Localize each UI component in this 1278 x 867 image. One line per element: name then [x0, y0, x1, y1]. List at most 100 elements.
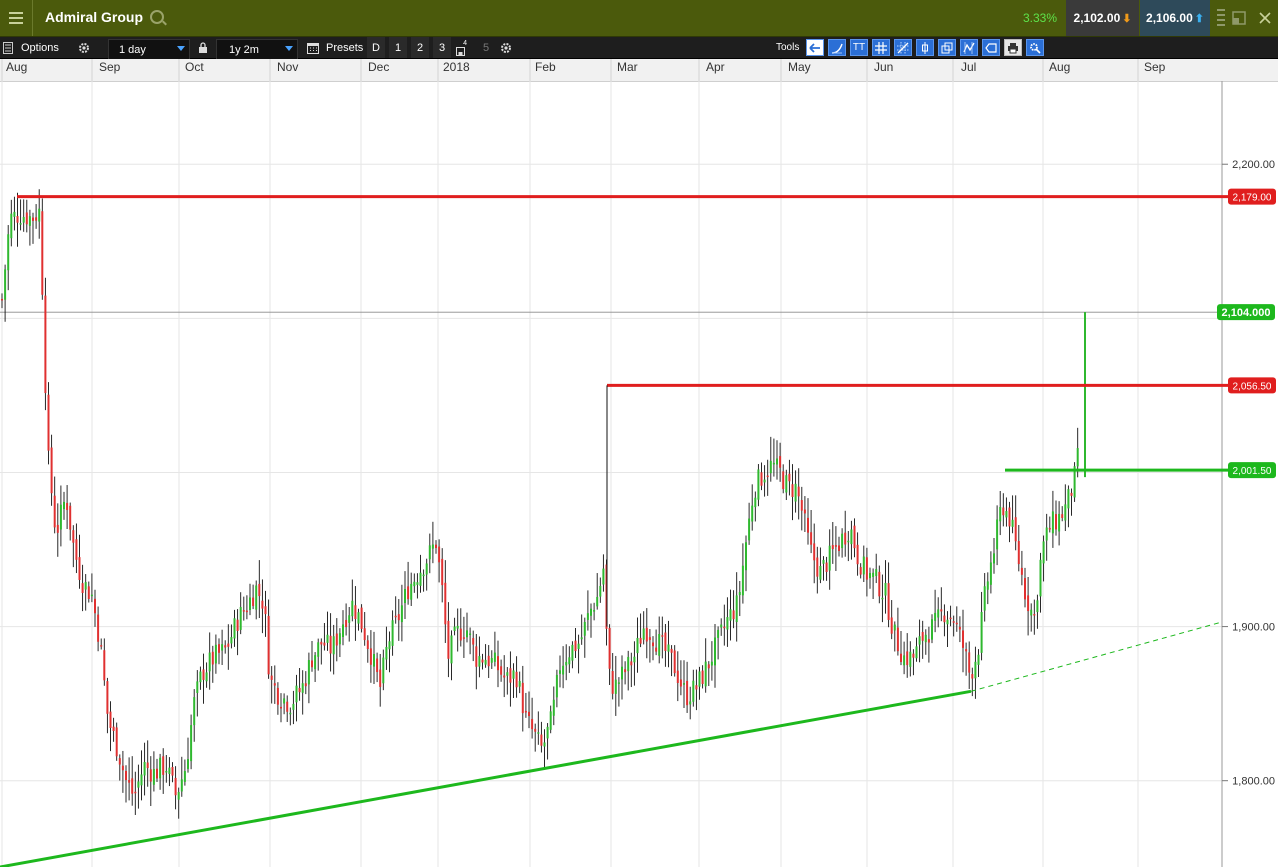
- fibonacci-tool-icon[interactable]: [894, 39, 912, 56]
- curve-tool-icon[interactable]: [828, 39, 846, 56]
- ohlc-body: [667, 644, 670, 652]
- calendar-icon[interactable]: [307, 37, 319, 58]
- ohlc-bar: [900, 630, 902, 666]
- date-axis-label: Dec: [368, 60, 389, 74]
- ohlc-bar: [41, 198, 44, 300]
- interval-select[interactable]: 1 day: [108, 39, 190, 60]
- ohlc-bar: [856, 532, 859, 576]
- ohlc-bar: [335, 618, 338, 662]
- ohlc-body: [661, 635, 664, 637]
- ohlc-body: [583, 622, 586, 636]
- ohlc-bar: [292, 690, 295, 725]
- search-icon[interactable]: [150, 10, 164, 24]
- ohlc-bar: [714, 623, 716, 688]
- preset-1-button[interactable]: 1: [389, 37, 407, 58]
- ohlc-body: [692, 680, 695, 702]
- ohlc-bar: [512, 663, 515, 699]
- ohlc-bar: [404, 571, 406, 619]
- range-value: 1y 2m: [229, 43, 259, 56]
- ohlc-body: [382, 657, 385, 684]
- grid-tool-icon[interactable]: [872, 39, 890, 56]
- ohlc-body: [590, 608, 592, 616]
- ohlc-body: [369, 648, 372, 665]
- ohlc-body: [776, 458, 778, 465]
- ohlc-bar: [168, 757, 171, 787]
- grip-icon[interactable]: [1211, 4, 1231, 32]
- ohlc-body: [35, 217, 38, 221]
- sidebar-icon[interactable]: [3, 37, 13, 58]
- date-axis-svg: Aug Sep Oct Nov Dec 2018 Feb Mar Apr May Jun Jul Aug…: [1, 59, 1166, 81]
- ohlc-body: [636, 637, 639, 654]
- label-tool-icon[interactable]: [982, 39, 1000, 56]
- date-axis-label: Mar: [617, 60, 638, 74]
- ohlc-bar: [676, 651, 679, 702]
- ohlc-bar: [78, 534, 81, 589]
- ohlc-bar: [354, 586, 357, 641]
- ohlc-bar: [704, 638, 707, 693]
- ohlc-bar: [379, 653, 382, 707]
- ohlc-bar: [962, 609, 964, 673]
- ohlc-body: [311, 660, 313, 668]
- ohlc-body: [273, 683, 276, 686]
- buy-price-button[interactable]: 2,106.00 ⬆: [1140, 0, 1210, 36]
- preset-5-button[interactable]: 5: [477, 37, 495, 58]
- ohlc-body: [748, 518, 751, 541]
- ohlc-body: [577, 643, 580, 649]
- ohlc-bar: [106, 677, 109, 734]
- ohlc-body: [989, 562, 992, 585]
- ohlc-body: [221, 644, 224, 651]
- indicator-tool-icon[interactable]: [960, 39, 978, 56]
- ohlc-bar: [862, 545, 865, 583]
- lock-icon[interactable]: [198, 37, 208, 58]
- popout-icon[interactable]: [1229, 4, 1249, 32]
- options-button[interactable]: Options: [21, 37, 59, 58]
- ohlc-bar: [53, 476, 56, 534]
- ohlc-body: [850, 529, 853, 545]
- preset-2-button[interactable]: 2: [411, 37, 429, 58]
- text-tool-icon[interactable]: TT: [850, 39, 868, 56]
- ohlc-body: [385, 646, 388, 660]
- ohlc-body: [1, 298, 3, 301]
- ohlc-bar: [1, 293, 3, 309]
- menu-icon[interactable]: [0, 0, 33, 36]
- ohlc-body: [512, 670, 515, 679]
- ohlc-body: [416, 582, 419, 585]
- pointer-tool-icon[interactable]: [806, 39, 824, 56]
- preset-4-button[interactable]: 4: [453, 37, 467, 58]
- ohlc-body: [125, 770, 127, 781]
- ohlc-bar: [543, 729, 546, 770]
- ohlc-body: [540, 734, 543, 746]
- ohlc-bar: [859, 563, 862, 579]
- candle-tool-icon[interactable]: [916, 39, 934, 56]
- ohlc-bar: [459, 608, 462, 647]
- range-select[interactable]: 1y 2m: [216, 39, 298, 60]
- price-axis-label: 2,200.00: [1232, 159, 1275, 171]
- ohlc-body: [800, 500, 803, 511]
- ohlc-bar: [450, 630, 453, 681]
- close-icon[interactable]: [1255, 4, 1275, 32]
- ohlc-body: [335, 633, 338, 646]
- settings-gear-icon[interactable]: [500, 37, 512, 58]
- ohlc-bar: [965, 642, 968, 676]
- ohlc-bar: [946, 611, 949, 647]
- ohlc-body: [193, 697, 196, 726]
- preset-d-button[interactable]: D: [367, 37, 385, 58]
- ohlc-bar: [273, 665, 276, 704]
- chart-settings-icon[interactable]: [1026, 39, 1044, 56]
- preset-3-button[interactable]: 3: [433, 37, 451, 58]
- layers-tool-icon[interactable]: [938, 39, 956, 56]
- ohlc-body: [865, 557, 868, 580]
- options-gear-icon[interactable]: [78, 37, 90, 58]
- ohlc-body: [183, 771, 186, 782]
- print-icon[interactable]: [1004, 39, 1022, 56]
- ohlc-bar: [1061, 506, 1064, 522]
- ohlc-bar: [1033, 599, 1036, 635]
- ohlc-body: [447, 620, 450, 659]
- sell-price-button[interactable]: 2,102.00 ⬇: [1066, 0, 1139, 36]
- ohlc-body: [199, 671, 202, 683]
- ohlc-bar: [128, 757, 131, 801]
- price-chart[interactable]: 2,200.00 1,900.00 1,800.00 2,179.00 2,056.50…: [0, 81, 1278, 867]
- ohlc-body: [797, 486, 800, 497]
- ohlc-bar: [893, 621, 896, 652]
- ohlc-bar: [162, 748, 165, 794]
